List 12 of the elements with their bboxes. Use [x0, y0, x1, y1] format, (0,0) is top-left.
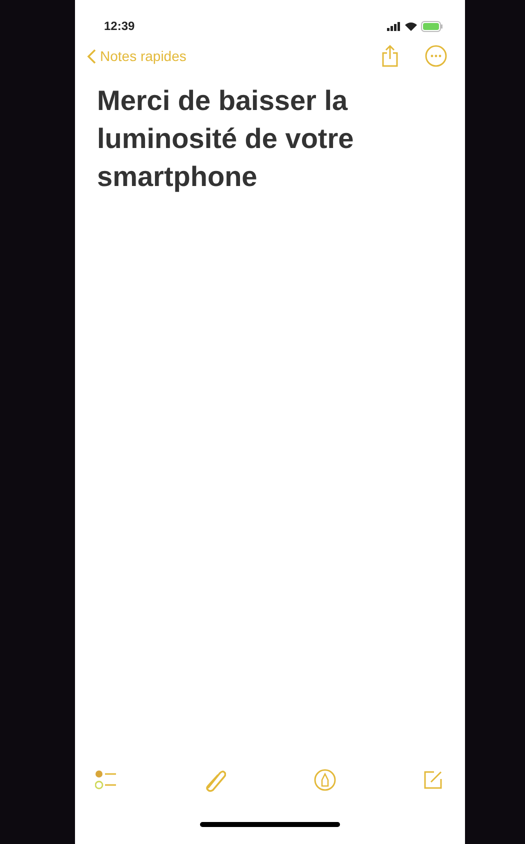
more-icon[interactable]: [425, 45, 447, 67]
note-title[interactable]: Merci de baisser la luminosité de votre smartphone: [97, 82, 427, 196]
status-time: 12:39: [104, 18, 135, 35]
battery-icon: [421, 20, 443, 32]
chevron-left-icon: [87, 48, 96, 64]
share-icon[interactable]: [381, 45, 399, 67]
compose-icon[interactable]: [422, 770, 443, 790]
paperclip-icon[interactable]: [204, 768, 226, 792]
pen-circle-icon[interactable]: [314, 769, 336, 791]
signal-icon: [387, 22, 401, 30]
checklist-icon[interactable]: [95, 769, 117, 791]
wifi-icon: [405, 22, 417, 30]
